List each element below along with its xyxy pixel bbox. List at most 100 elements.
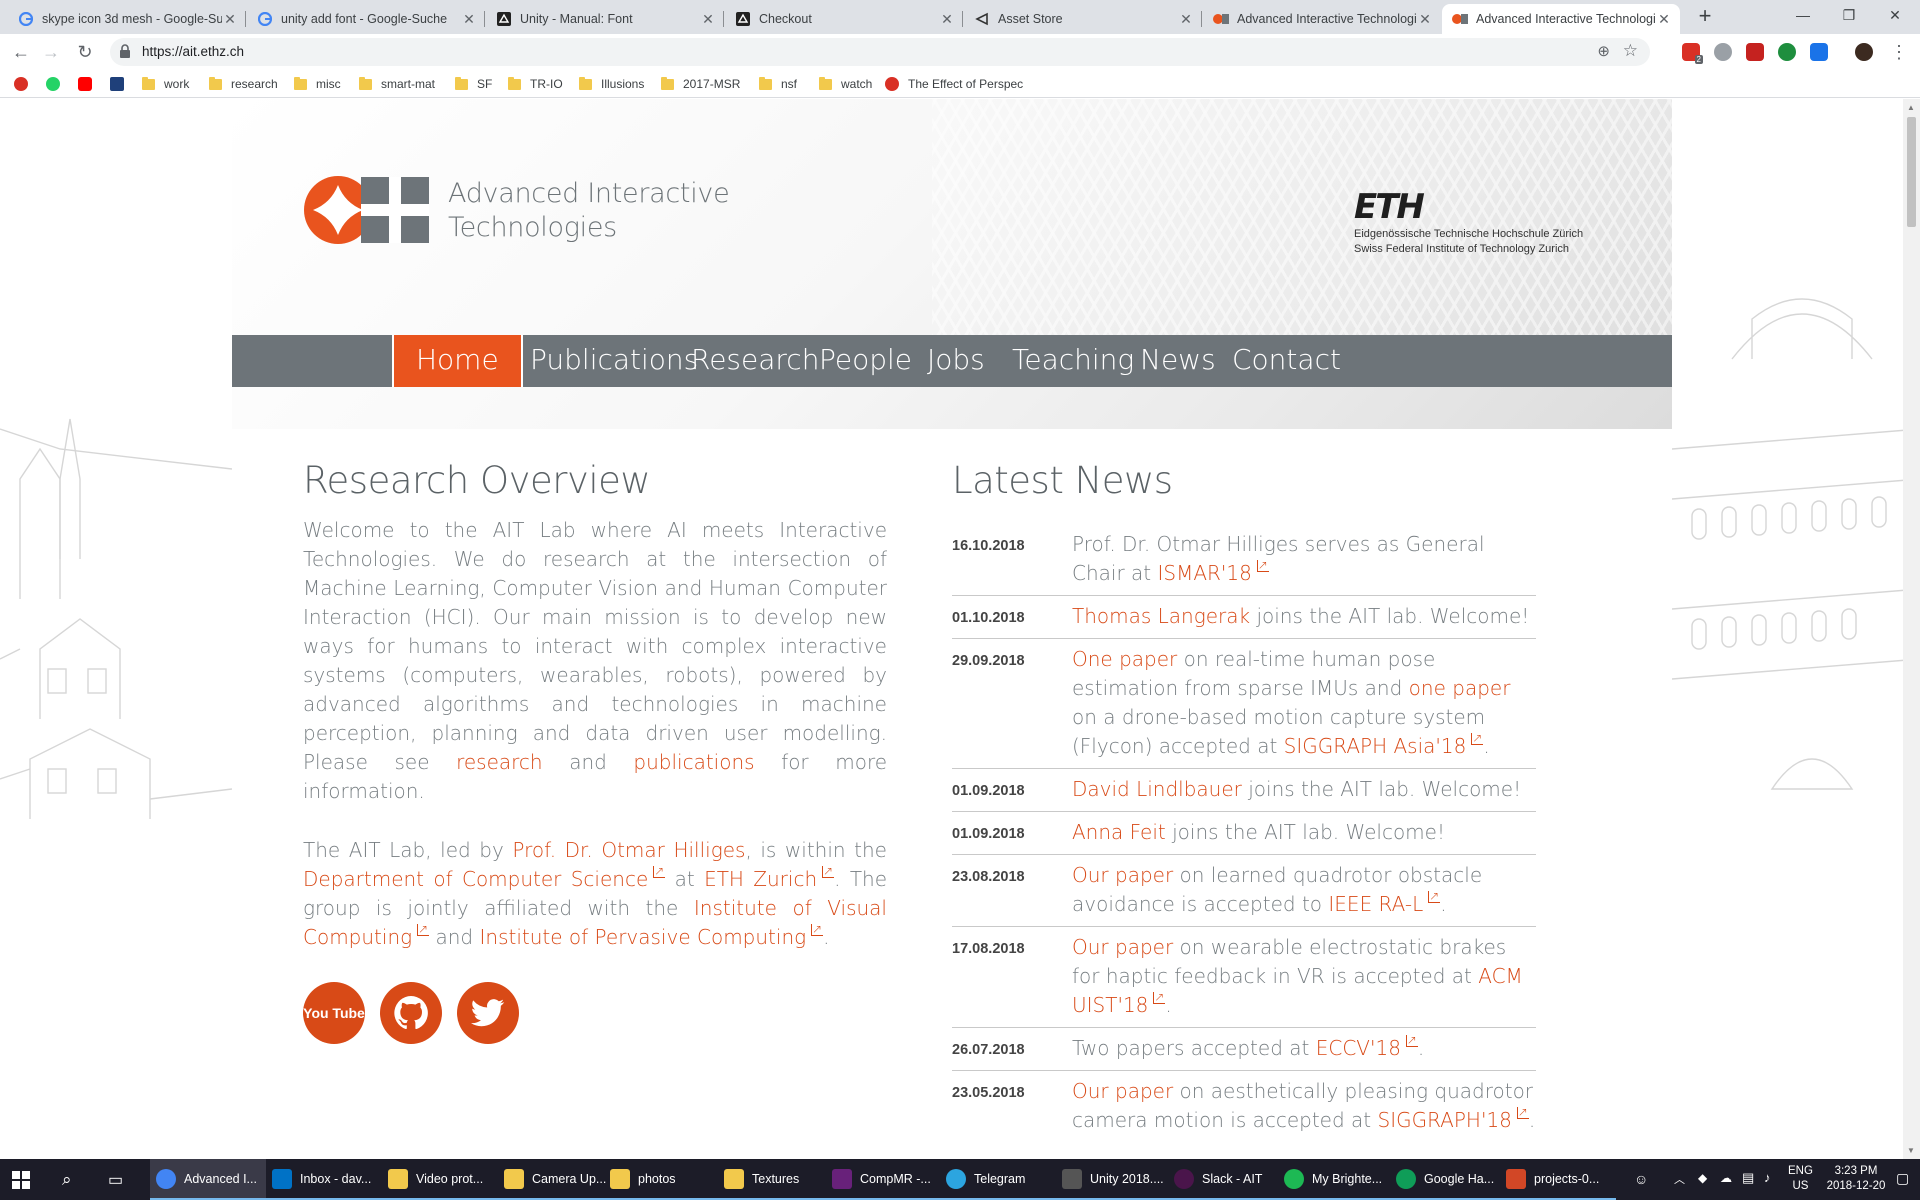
scroll-up-icon[interactable]: ▲ bbox=[1907, 103, 1915, 112]
notifications-icon[interactable]: ▢ bbox=[1896, 1170, 1909, 1187]
taskbar-app[interactable]: CompMR -... bbox=[826, 1159, 942, 1200]
paper-link[interactable]: One paper bbox=[1072, 647, 1177, 671]
bookmark-folder[interactable]: misc bbox=[294, 75, 341, 93]
ublock-icon[interactable] bbox=[1746, 43, 1764, 61]
eth-zurich-link[interactable]: ETH Zurich bbox=[704, 867, 817, 891]
eccv-link[interactable]: ECCV'18 bbox=[1316, 1036, 1401, 1060]
person-link[interactable]: Thomas Langerak bbox=[1072, 604, 1250, 628]
taskbar-app[interactable]: Unity 2018.... bbox=[1056, 1159, 1172, 1200]
search-icon[interactable]: ⌕ bbox=[62, 1159, 72, 1200]
person-link[interactable]: Anna Feit bbox=[1072, 820, 1166, 844]
bookmark-item[interactable] bbox=[46, 75, 60, 93]
people-icon[interactable]: ☺ bbox=[1634, 1171, 1648, 1187]
extension-icon[interactable] bbox=[1714, 43, 1732, 61]
close-window-icon[interactable]: ✕ bbox=[1872, 0, 1918, 32]
bookmark-folder[interactable]: work bbox=[142, 75, 189, 93]
bookmark-folder[interactable]: nsf bbox=[759, 75, 797, 93]
pervasive-computing-link[interactable]: Institute of Pervasive Computing bbox=[480, 925, 807, 949]
task-view-icon[interactable]: ▭ bbox=[108, 1159, 123, 1200]
paper-link[interactable]: Our paper bbox=[1072, 863, 1173, 887]
close-tab-icon[interactable]: ✕ bbox=[1178, 11, 1194, 28]
taskbar-app[interactable]: My Brighte... bbox=[1278, 1159, 1394, 1200]
reload-icon[interactable]: ↻ bbox=[72, 40, 98, 66]
address-bar[interactable]: https://ait.ethz.ch ⊕ ☆ bbox=[110, 38, 1650, 66]
siggraph-link[interactable]: SIGGRAPH'18 bbox=[1378, 1108, 1512, 1132]
prof-hilliges-link[interactable]: Prof. Dr. Otmar Hilliges bbox=[512, 838, 745, 862]
person-link[interactable]: David Lindlbauer bbox=[1072, 777, 1242, 801]
chevron-up-icon[interactable]: ︿ bbox=[1674, 1171, 1685, 1187]
close-tab-icon[interactable]: ✕ bbox=[222, 11, 238, 28]
url-text[interactable]: https://ait.ethz.ch bbox=[142, 44, 244, 59]
browser-tab[interactable]: Checkout ✕ bbox=[725, 4, 963, 34]
browser-tab[interactable]: skype icon 3d mesh - Google-Su ✕ bbox=[8, 4, 246, 34]
ait-logo[interactable]: Advanced Interactive Technologies bbox=[303, 175, 743, 251]
bookmark-folder[interactable]: research bbox=[209, 75, 278, 93]
minimize-window-icon[interactable]: — bbox=[1780, 0, 1826, 32]
profile-avatar[interactable] bbox=[1855, 43, 1873, 61]
extension-icon[interactable] bbox=[1778, 43, 1796, 61]
bookmark-folder[interactable]: smart-mat bbox=[359, 75, 435, 93]
github-icon[interactable] bbox=[380, 982, 442, 1044]
bookmark-item[interactable] bbox=[110, 75, 124, 93]
browser-tab[interactable]: unity add font - Google-Suche ✕ bbox=[247, 4, 485, 34]
menu-kebab-icon[interactable]: ⋮ bbox=[1886, 40, 1912, 66]
bookmark-folder[interactable]: 2017-MSR bbox=[661, 75, 740, 93]
twitter-icon[interactable] bbox=[457, 982, 519, 1044]
paper-link[interactable]: Our paper bbox=[1072, 1079, 1173, 1103]
input-language[interactable]: ENG US bbox=[1788, 1164, 1813, 1194]
bookmark-item[interactable]: The Effect of Perspec bbox=[885, 75, 1023, 93]
bookmark-star-icon[interactable]: ☆ bbox=[1623, 41, 1638, 61]
volume-icon[interactable]: ♪ bbox=[1764, 1170, 1771, 1185]
ieee-ral-link[interactable]: IEEE RA-L bbox=[1328, 892, 1423, 916]
close-tab-icon[interactable]: ✕ bbox=[939, 11, 955, 28]
taskbar-app[interactable]: Inbox - dav... bbox=[266, 1159, 382, 1200]
page-scrollbar[interactable]: ▲ ▼ bbox=[1903, 99, 1920, 1159]
onedrive-icon[interactable]: ☁ bbox=[1720, 1171, 1732, 1185]
research-link[interactable]: research bbox=[456, 750, 543, 774]
eth-logo[interactable]: ETH Eidgenössische Technische Hochschule… bbox=[1354, 187, 1604, 257]
extension-icon[interactable]: 2 bbox=[1682, 43, 1703, 64]
back-arrow-icon[interactable]: ← bbox=[8, 40, 34, 66]
taskbar-app[interactable]: Video prot... bbox=[382, 1159, 498, 1200]
close-tab-icon[interactable]: ✕ bbox=[1417, 11, 1433, 28]
ismar-link[interactable]: ISMAR'18 bbox=[1158, 561, 1252, 585]
paper-link[interactable]: Our paper bbox=[1072, 935, 1173, 959]
nav-contact[interactable]: Contact bbox=[1210, 335, 1363, 387]
taskbar-app[interactable]: Google Ha... bbox=[1390, 1159, 1506, 1200]
browser-tab[interactable]: Unity - Manual: Font ✕ bbox=[486, 4, 724, 34]
publications-link[interactable]: publications bbox=[633, 750, 754, 774]
bookmark-folder[interactable]: SF bbox=[455, 75, 492, 93]
extension-icon[interactable] bbox=[1810, 43, 1828, 61]
close-tab-icon[interactable]: ✕ bbox=[461, 11, 477, 28]
siggraph-asia-link[interactable]: SIGGRAPH Asia'18 bbox=[1284, 734, 1467, 758]
close-tab-icon[interactable]: ✕ bbox=[700, 11, 716, 28]
zoom-icon[interactable]: ⊕ bbox=[1597, 42, 1610, 60]
dropbox-icon[interactable]: ◆ bbox=[1698, 1171, 1707, 1185]
taskbar-app[interactable]: projects-0... bbox=[1500, 1159, 1616, 1200]
bookmark-item[interactable] bbox=[78, 75, 92, 93]
scroll-down-icon[interactable]: ▼ bbox=[1907, 1146, 1915, 1155]
bookmark-folder[interactable]: Illusions bbox=[579, 75, 644, 93]
taskbar-app[interactable]: photos bbox=[604, 1159, 720, 1200]
taskbar-app[interactable]: Telegram bbox=[940, 1159, 1056, 1200]
taskbar-app[interactable]: Camera Up... bbox=[498, 1159, 614, 1200]
windows-start-icon[interactable] bbox=[12, 1159, 30, 1200]
taskbar-app[interactable]: Textures bbox=[718, 1159, 834, 1200]
browser-tab[interactable]: Advanced Interactive Technologie ✕ bbox=[1203, 4, 1441, 34]
network-icon[interactable]: ▤ bbox=[1742, 1170, 1754, 1186]
close-tab-icon[interactable]: ✕ bbox=[1656, 11, 1672, 28]
bookmark-item[interactable] bbox=[14, 75, 28, 93]
bookmark-folder[interactable]: watch bbox=[819, 75, 872, 93]
bookmark-folder[interactable]: TR-IO bbox=[508, 75, 563, 93]
cs-department-link[interactable]: Department of Computer Science bbox=[303, 867, 648, 891]
nav-home[interactable]: Home bbox=[392, 335, 523, 387]
youtube-icon[interactable]: You Tube bbox=[303, 982, 365, 1044]
new-tab-button[interactable]: + bbox=[1692, 4, 1718, 30]
taskbar-app[interactable]: Advanced I... bbox=[150, 1159, 266, 1200]
taskbar-app[interactable]: Slack - AIT bbox=[1168, 1159, 1284, 1200]
clock[interactable]: 3:23 PM 2018-12-20 bbox=[1824, 1164, 1888, 1194]
lock-icon[interactable] bbox=[118, 44, 132, 58]
restore-window-icon[interactable]: ❐ bbox=[1826, 0, 1872, 32]
browser-tab-active[interactable]: Advanced Interactive Technologie ✕ bbox=[1442, 4, 1680, 34]
scrollbar-thumb[interactable] bbox=[1907, 117, 1916, 227]
